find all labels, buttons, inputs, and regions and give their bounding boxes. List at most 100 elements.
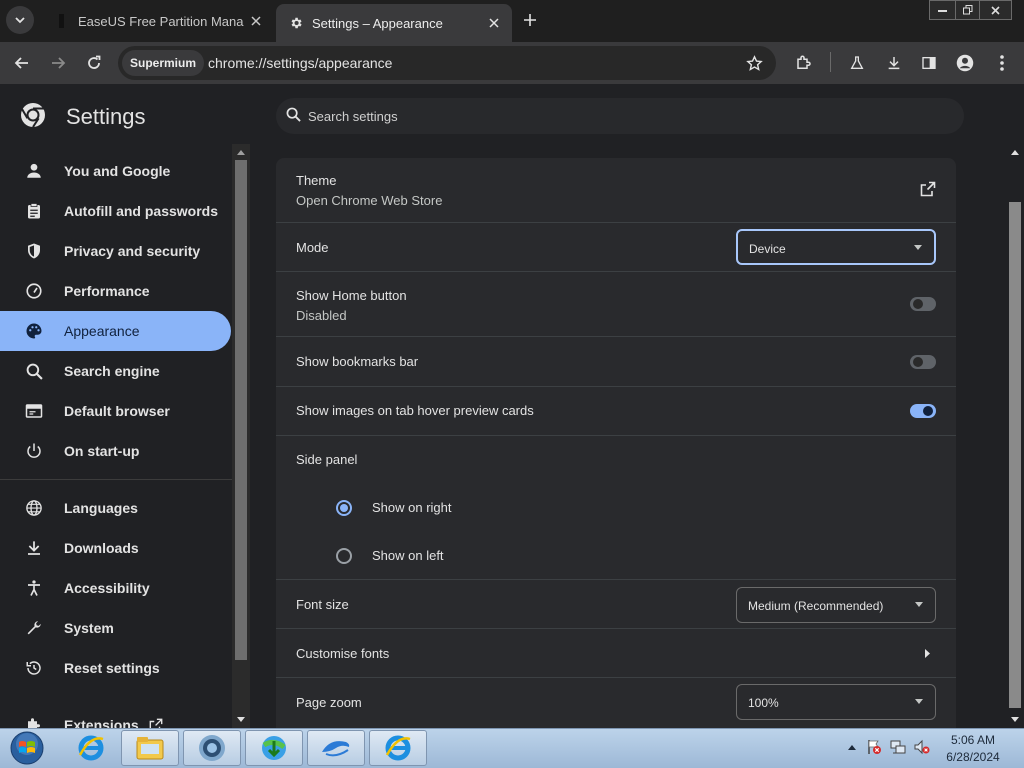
- sidebar-item-reset-settings[interactable]: Reset settings: [0, 648, 231, 688]
- show-home-button-toggle[interactable]: [910, 297, 936, 311]
- sidebar-item-accessibility[interactable]: Accessibility: [0, 568, 231, 608]
- show-bookmarks-bar-row[interactable]: Show bookmarks bar: [276, 336, 956, 386]
- back-button[interactable]: [8, 49, 36, 77]
- minimize-button[interactable]: [930, 1, 955, 19]
- arrow-right-icon: [52, 57, 66, 69]
- search-icon: [24, 361, 44, 381]
- sidebar-item-on-startup[interactable]: On start-up: [0, 431, 231, 471]
- labs-button[interactable]: [843, 49, 871, 77]
- bookmark-star-button[interactable]: [740, 49, 768, 77]
- site-chip[interactable]: Supermium: [122, 50, 205, 76]
- page-zoom-select[interactable]: 100%: [736, 684, 936, 720]
- puzzle-icon: [24, 715, 44, 728]
- sidebar-item-label: Downloads: [64, 540, 139, 556]
- sidebar-item-performance[interactable]: Performance: [0, 271, 231, 311]
- mode-row: Mode Device: [276, 222, 956, 271]
- close-icon[interactable]: [244, 9, 268, 33]
- wrench-icon: [24, 618, 44, 638]
- taskbar-downloader[interactable]: [245, 730, 303, 766]
- scroll-down-arrow-icon[interactable]: [1010, 714, 1020, 724]
- show-home-button-sublabel: Disabled: [296, 308, 347, 323]
- tab-search-button[interactable]: [6, 6, 34, 34]
- sidebar-item-system[interactable]: System: [0, 608, 231, 648]
- sidebar-item-search-engine[interactable]: Search engine: [0, 351, 231, 391]
- volume-muted-icon[interactable]: [914, 739, 930, 755]
- page-title: Settings: [66, 104, 146, 129]
- extensions-button[interactable]: [790, 49, 818, 77]
- flask-icon: [850, 56, 864, 69]
- sidebar-item-autofill[interactable]: Autofill and passwords: [0, 191, 231, 231]
- network-icon[interactable]: [890, 739, 906, 755]
- show-bookmarks-bar-label: Show bookmarks bar: [296, 354, 419, 369]
- browser-icon: [24, 401, 44, 421]
- system-clock[interactable]: 5:06 AM 6/28/2024: [930, 732, 1016, 766]
- history-icon: [24, 658, 44, 678]
- scroll-up-arrow-icon[interactable]: [236, 147, 246, 157]
- easeus-favicon-icon: [54, 13, 70, 29]
- scrollbar-thumb[interactable]: [235, 160, 247, 660]
- sidebar-scrollbar[interactable]: [232, 144, 250, 728]
- open-in-new-icon[interactable]: [920, 181, 936, 197]
- menu-button[interactable]: [988, 49, 1016, 77]
- tab-settings-appearance[interactable]: Settings – Appearance: [276, 4, 512, 42]
- chrome-logo-icon: [20, 102, 46, 128]
- sidebar-item-default-browser[interactable]: Default browser: [0, 391, 231, 431]
- tab-easeus[interactable]: EaseUS Free Partition Manager: [42, 3, 274, 39]
- taskbar-internet-explorer-2[interactable]: [369, 730, 427, 766]
- toolbar-separator: [830, 52, 831, 72]
- search-settings-input[interactable]: [306, 103, 906, 129]
- reload-button[interactable]: [80, 49, 108, 77]
- close-window-button[interactable]: [980, 1, 1011, 19]
- scroll-up-arrow-icon[interactable]: [1010, 147, 1020, 157]
- font-size-label: Font size: [296, 597, 349, 612]
- sidebar-item-you-and-google[interactable]: You and Google: [0, 151, 231, 191]
- taskbar-file-explorer[interactable]: [121, 730, 179, 766]
- scroll-down-arrow-icon[interactable]: [236, 714, 246, 724]
- customise-fonts-row[interactable]: Customise fonts: [276, 628, 956, 677]
- tab-hover-images-row[interactable]: Show images on tab hover preview cards: [276, 386, 956, 435]
- taskbar-chrome[interactable]: [183, 730, 241, 766]
- side-panel-icon: [922, 57, 936, 69]
- sidebar-item-label: Languages: [64, 500, 138, 516]
- sidebar-item-languages[interactable]: Languages: [0, 488, 231, 528]
- taskbar-internet-explorer[interactable]: [62, 730, 120, 766]
- main-scrollbar[interactable]: [1006, 144, 1024, 728]
- action-center-flag-icon[interactable]: [866, 739, 882, 755]
- taskbar-dolphin-app[interactable]: [307, 730, 365, 766]
- close-icon[interactable]: [482, 11, 506, 35]
- gauge-icon: [24, 281, 44, 301]
- sidebar-item-label: Accessibility: [64, 580, 150, 596]
- accessibility-icon: [24, 578, 44, 598]
- sidebar-item-extensions[interactable]: Extensions: [0, 705, 231, 728]
- plus-icon: [524, 14, 536, 26]
- start-button[interactable]: [4, 730, 50, 766]
- scrollbar-thumb[interactable]: [1009, 202, 1021, 708]
- dropdown-arrow-icon: [914, 245, 922, 250]
- tab-hover-images-toggle[interactable]: [910, 404, 936, 418]
- forward-button[interactable]: [44, 49, 72, 77]
- font-size-select[interactable]: Medium (Recommended): [736, 587, 936, 623]
- sidebar-item-privacy[interactable]: Privacy and security: [0, 231, 231, 271]
- sidebar-item-downloads[interactable]: Downloads: [0, 528, 231, 568]
- mode-select[interactable]: Device: [736, 229, 936, 265]
- side-panel-button[interactable]: [915, 49, 943, 77]
- sidebar-item-appearance[interactable]: Appearance: [0, 311, 231, 351]
- side-panel-right-radio[interactable]: [336, 500, 352, 516]
- downloads-button[interactable]: [880, 49, 908, 77]
- profile-button[interactable]: [951, 49, 979, 77]
- show-bookmarks-bar-toggle[interactable]: [910, 355, 936, 369]
- new-tab-button[interactable]: [518, 8, 542, 32]
- restore-button[interactable]: [955, 1, 980, 19]
- url-text[interactable]: chrome://settings/appearance: [208, 55, 392, 71]
- sidebar-divider: [0, 479, 232, 480]
- side-panel-left-label[interactable]: Show on left: [372, 548, 444, 563]
- theme-row[interactable]: Theme Open Chrome Web Store: [276, 158, 956, 222]
- chromium-icon: [199, 735, 225, 761]
- show-home-button-row[interactable]: Show Home button Disabled: [276, 271, 956, 336]
- side-panel-right-label[interactable]: Show on right: [372, 500, 452, 515]
- sidebar-item-label: Default browser: [64, 403, 170, 419]
- show-hidden-icons-chevron-icon[interactable]: [844, 739, 860, 755]
- side-panel-row: Side panel Show on right Show on left: [276, 435, 956, 580]
- side-panel-left-radio[interactable]: [336, 548, 352, 564]
- page-zoom-label: Page zoom: [296, 695, 362, 710]
